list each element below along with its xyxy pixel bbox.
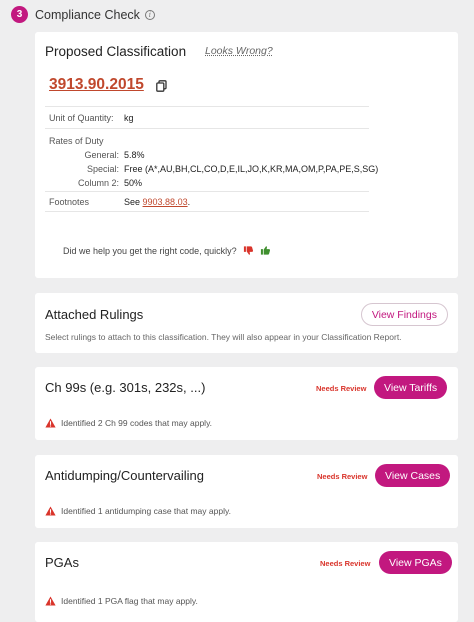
thumbs-up-icon[interactable] — [260, 245, 271, 256]
general-rate-label: General: — [84, 150, 119, 160]
hts-code-link[interactable]: 3913.90.2015 — [49, 76, 144, 94]
warning-text: Identified 1 antidumping case that may a… — [61, 506, 231, 516]
feedback-question: Did we help you get the right code, quic… — [63, 245, 237, 256]
warning-icon — [45, 596, 56, 606]
divider — [45, 191, 369, 192]
looks-wrong-link[interactable]: Looks Wrong? — [205, 45, 273, 57]
divider — [45, 211, 369, 212]
classification-title: Proposed Classification — [45, 44, 187, 59]
proposed-classification-card: Proposed Classification Looks Wrong? 391… — [35, 32, 458, 278]
thumbs-down-icon[interactable] — [243, 245, 254, 256]
ch99-card: Ch 99s (e.g. 301s, 232s, ...) Needs Revi… — [35, 367, 458, 440]
pgas-card: PGAs Needs Review View PGAs Identified 1… — [35, 542, 458, 622]
unit-of-quantity-value: kg — [124, 113, 134, 123]
copy-icon[interactable] — [156, 80, 167, 92]
attached-rulings-card: Attached Rulings View Findings Select ru… — [35, 293, 458, 353]
footnotes-label: Footnotes — [49, 197, 90, 207]
footnote-link[interactable]: 9903.88.03 — [143, 197, 188, 207]
pgas-title: PGAs — [45, 555, 79, 570]
ch99-title: Ch 99s (e.g. 301s, 232s, ...) — [45, 380, 206, 395]
column2-rate-label: Column 2: — [77, 178, 119, 188]
view-cases-button[interactable]: View Cases — [375, 464, 451, 487]
rulings-title: Attached Rulings — [45, 307, 144, 322]
view-pgas-button[interactable]: View PGAs — [379, 551, 452, 574]
antidumping-warning: Identified 1 antidumping case that may a… — [45, 506, 231, 516]
step-number-badge: 3 — [11, 6, 28, 23]
status-badge: Needs Review — [320, 559, 371, 568]
status-badge: Needs Review — [317, 472, 368, 481]
step-title: Compliance Check — [35, 7, 140, 22]
special-rate-value: Free (A*,AU,BH,CL,CO,D,E,IL,JO,K,KR,MA,O… — [124, 164, 379, 174]
warning-icon — [45, 506, 56, 516]
footnotes-prefix: See — [124, 197, 141, 207]
warning-text: Identified 2 Ch 99 codes that may apply. — [61, 418, 213, 428]
antidumping-title: Antidumping/Countervailing — [45, 468, 204, 483]
step-header: 3 Compliance Check i — [11, 6, 155, 23]
column2-rate-value: 50% — [124, 178, 143, 188]
special-rate-label: Special: — [86, 164, 119, 174]
feedback-row: Did we help you get the right code, quic… — [63, 245, 271, 256]
general-rate-value: 5.8% — [124, 150, 145, 160]
antidumping-card: Antidumping/Countervailing Needs Review … — [35, 455, 458, 528]
warning-icon — [45, 418, 56, 428]
divider — [45, 106, 369, 107]
rulings-description: Select rulings to attach to this classif… — [45, 332, 402, 342]
footnotes-value: See 9903.88.03. — [124, 197, 190, 207]
footnotes-suffix: . — [187, 197, 191, 207]
warning-text: Identified 1 PGA flag that may apply. — [61, 596, 198, 606]
info-icon[interactable]: i — [144, 9, 155, 20]
ch99-warning: Identified 2 Ch 99 codes that may apply. — [45, 418, 212, 428]
view-findings-button[interactable]: View Findings — [360, 303, 448, 326]
unit-of-quantity-label: Unit of Quantity: — [49, 113, 114, 123]
pgas-warning: Identified 1 PGA flag that may apply. — [45, 596, 198, 606]
divider — [45, 128, 369, 129]
status-badge: Needs Review — [316, 384, 367, 393]
rates-of-duty-label: Rates of Duty — [49, 136, 104, 146]
view-tariffs-button[interactable]: View Tariffs — [374, 376, 448, 399]
